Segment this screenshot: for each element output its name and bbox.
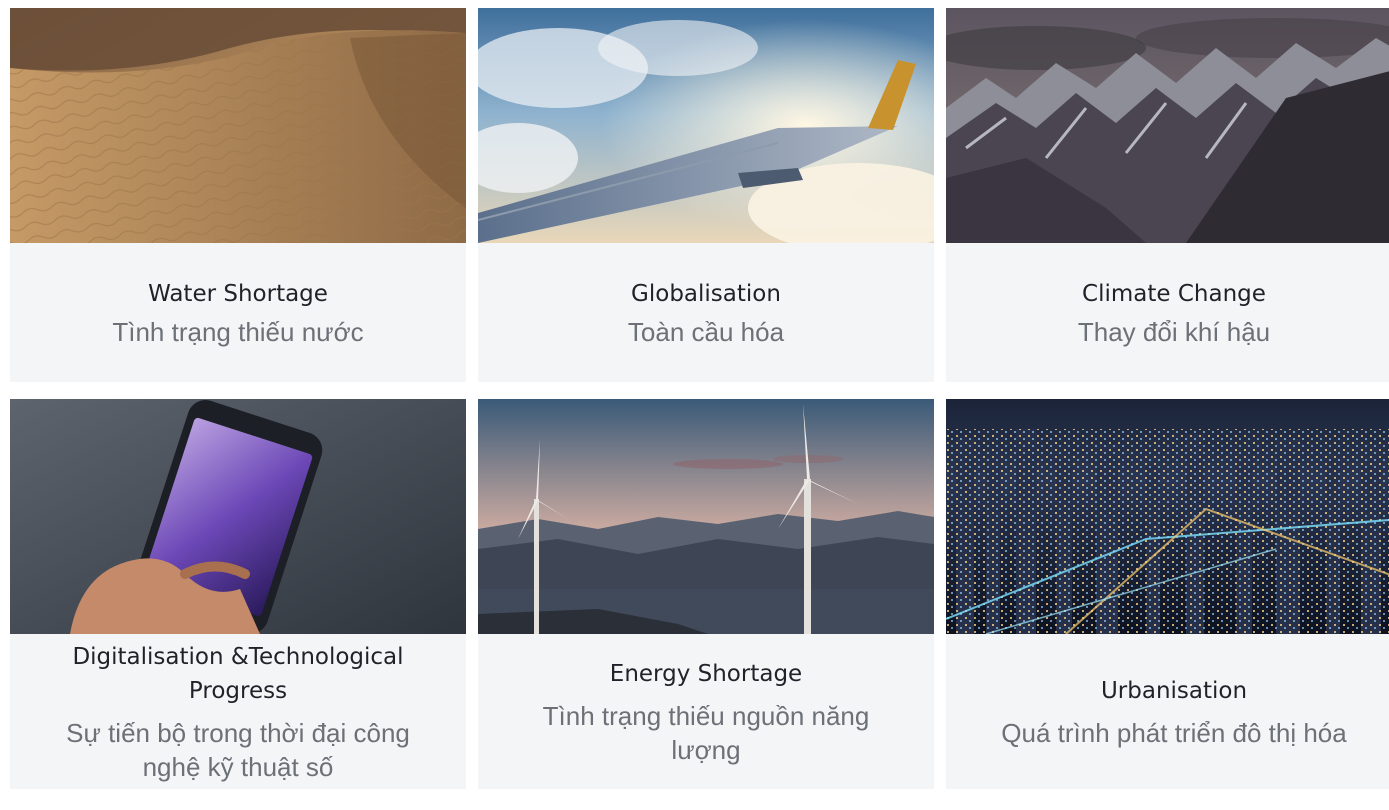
card-climate-change[interactable]: Climate Change Thay đổi khí hậu	[946, 8, 1389, 382]
card-text: Climate Change Thay đổi khí hậu	[946, 243, 1389, 382]
card-subtitle: Tình trạng thiếu nước	[112, 316, 364, 347]
card-urbanisation[interactable]: Urbanisation Quá trình phát triển đô thị…	[946, 399, 1389, 789]
card-text: Digitalisation &Technological Progress S…	[10, 634, 466, 789]
wind-turbines-image	[478, 399, 934, 634]
card-text: Urbanisation Quá trình phát triển đô thị…	[946, 634, 1389, 789]
hand-smartphone-image	[10, 399, 466, 634]
card-text: Globalisation Toàn cầu hóa	[478, 243, 934, 382]
card-globalisation[interactable]: Globalisation Toàn cầu hóa	[478, 8, 934, 382]
card-title: Energy Shortage	[609, 660, 803, 687]
card-title: Climate Change	[1082, 280, 1266, 307]
card-text: Energy Shortage Tình trạng thiếu nguồn n…	[478, 634, 934, 789]
card-subtitle: Tình trạng thiếu nguồn năng lượng	[542, 700, 870, 765]
card-energy-shortage[interactable]: Energy Shortage Tình trạng thiếu nguồn n…	[478, 399, 934, 789]
card-title: Digitalisation &Technological Progress	[72, 643, 404, 704]
card-title: Water Shortage	[148, 280, 328, 307]
snowy-mountains-image	[946, 8, 1389, 243]
card-digitalisation[interactable]: Digitalisation &Technological Progress S…	[10, 399, 466, 789]
card-title: Urbanisation	[1100, 677, 1248, 704]
card-water-shortage[interactable]: Water Shortage Tình trạng thiếu nước	[10, 8, 466, 382]
megatrends-grid: Water Shortage Tình trạng thiếu nước Glo…	[10, 8, 1389, 789]
card-text: Water Shortage Tình trạng thiếu nước	[10, 243, 466, 382]
card-subtitle: Toàn cầu hóa	[627, 316, 785, 347]
card-title: Globalisation	[631, 280, 781, 307]
city-night-image	[946, 399, 1389, 634]
card-subtitle: Sự tiến bộ trong thời đại công nghệ kỹ t…	[66, 717, 410, 782]
card-subtitle: Thay đổi khí hậu	[1077, 316, 1271, 347]
desert-dunes-image	[10, 8, 466, 243]
card-subtitle: Quá trình phát triển đô thị hóa	[1001, 717, 1347, 748]
airplane-wing-image	[478, 8, 934, 243]
